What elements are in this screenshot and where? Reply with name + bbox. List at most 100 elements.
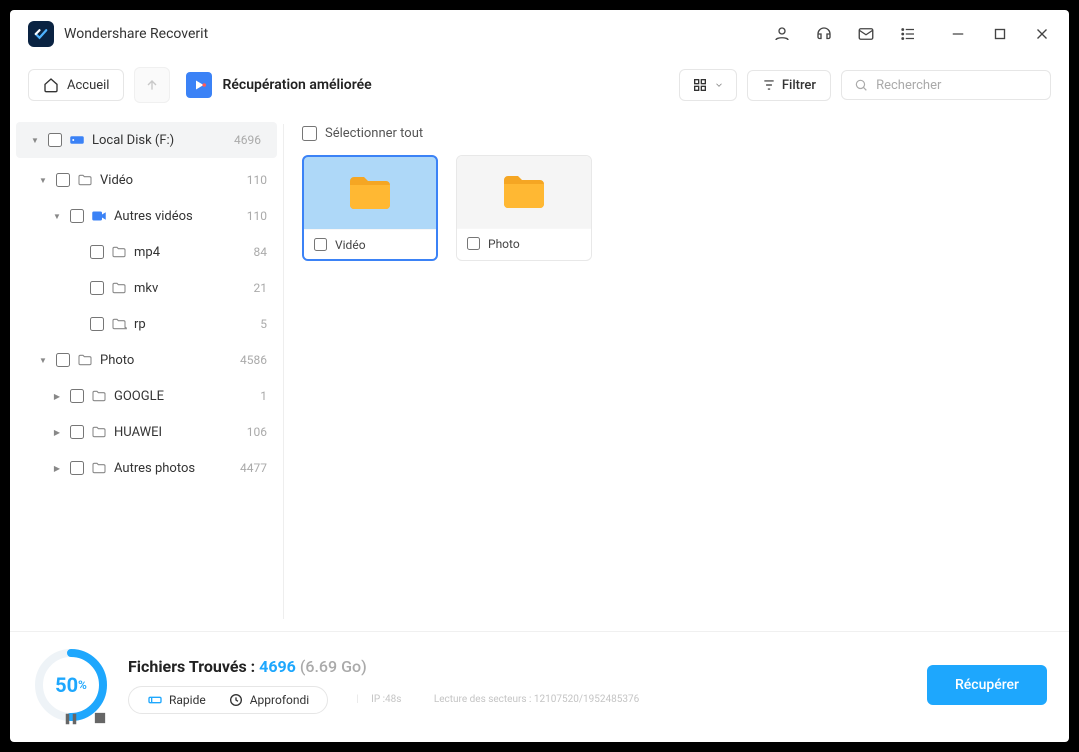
- node-count: 84: [254, 245, 268, 259]
- node-checkbox[interactable]: [90, 317, 104, 331]
- view-mode-button[interactable]: [679, 69, 737, 101]
- folder-checkbox[interactable]: [314, 238, 327, 251]
- caret-icon[interactable]: [28, 136, 42, 145]
- sectors-info: Lecture des secteurs : 12107520/19524853…: [434, 694, 639, 705]
- caret-icon[interactable]: [50, 392, 64, 401]
- tree-node-rp[interactable]: rp 5: [10, 306, 283, 342]
- footer-info: | IP :48s Lecture des secteurs : 1210752…: [346, 694, 639, 705]
- up-button[interactable]: [134, 67, 170, 103]
- maximize-button[interactable]: [991, 25, 1009, 43]
- tree-node-video[interactable]: Vidéo 110: [10, 162, 283, 198]
- node-count: 4586: [240, 353, 267, 367]
- node-checkbox[interactable]: [56, 173, 70, 187]
- folder-thumb: [304, 157, 436, 229]
- node-label: Autres vidéos: [114, 209, 247, 224]
- node-count: 4696: [234, 133, 261, 147]
- tree-node-other-photos[interactable]: Autres photos 4477: [10, 450, 283, 486]
- tree-node-other-videos[interactable]: Autres vidéos 110: [10, 198, 283, 234]
- search-icon: [854, 77, 868, 93]
- folder-icon: [110, 243, 128, 261]
- scan-mode-pill: Rapide Approfondi: [128, 686, 328, 714]
- node-checkbox[interactable]: [70, 389, 84, 403]
- mode-deep[interactable]: Approfondi: [228, 692, 309, 708]
- node-checkbox[interactable]: [56, 353, 70, 367]
- found-size: (6.69 Go): [300, 657, 367, 676]
- tree-node-mkv[interactable]: mkv 21: [10, 270, 283, 306]
- node-label: HUAWEI: [114, 425, 247, 440]
- caret-icon[interactable]: [50, 428, 64, 437]
- node-checkbox[interactable]: [70, 209, 84, 223]
- folder-checkbox[interactable]: [467, 237, 480, 250]
- home-label: Accueil: [67, 78, 109, 93]
- video-icon: [90, 207, 108, 225]
- select-all-checkbox[interactable]: [302, 126, 317, 141]
- folder-icon: [76, 171, 94, 189]
- tree-node-mp4[interactable]: mp4 84: [10, 234, 283, 270]
- node-count: 21: [254, 281, 268, 295]
- node-count: 110: [247, 173, 267, 187]
- node-label: rp: [134, 317, 260, 332]
- pause-button[interactable]: [64, 712, 80, 726]
- breadcrumb-title: Récupération améliorée: [222, 77, 371, 93]
- tree-node-photo[interactable]: Photo 4586: [10, 342, 283, 378]
- node-label: mkv: [134, 281, 254, 296]
- node-checkbox[interactable]: [70, 461, 84, 475]
- node-label: Vidéo: [100, 173, 247, 188]
- tree-node-google[interactable]: GOOGLE 1: [10, 378, 283, 414]
- node-checkbox[interactable]: [48, 133, 62, 147]
- node-label: GOOGLE: [114, 389, 260, 404]
- toolbar: Accueil Récupération améliorée Filtrer: [10, 58, 1069, 112]
- search-input[interactable]: [876, 78, 1038, 93]
- caret-icon[interactable]: [36, 356, 50, 365]
- node-label: Autres photos: [114, 461, 240, 476]
- title-bar: Wondershare Recoverit: [10, 10, 1069, 58]
- search-box[interactable]: [841, 70, 1051, 100]
- menu-icon[interactable]: [899, 25, 917, 43]
- filter-button[interactable]: Filtrer: [747, 70, 831, 101]
- folder-icon: [90, 387, 108, 405]
- tree-node-root[interactable]: Local Disk (F:) 4696: [16, 122, 277, 158]
- filter-label: Filtrer: [782, 78, 816, 93]
- found-label: Fichiers Trouvés :: [128, 657, 259, 676]
- node-count: 110: [247, 209, 267, 223]
- app-logo: [28, 21, 54, 47]
- folder-icon: [76, 351, 94, 369]
- folder-icon: [90, 459, 108, 477]
- home-button[interactable]: Accueil: [28, 69, 124, 101]
- folder-card-video[interactable]: Vidéo: [302, 155, 438, 261]
- node-count: 4477: [240, 461, 267, 475]
- folder-card-photo[interactable]: Photo: [456, 155, 592, 261]
- account-icon[interactable]: [773, 25, 791, 43]
- ip-info: IP :48s: [371, 694, 401, 705]
- stop-button[interactable]: [94, 712, 110, 726]
- main-panel: Sélectionner tout Vidéo: [284, 112, 1069, 631]
- node-count: 106: [247, 425, 267, 439]
- node-label: Local Disk (F:): [92, 133, 234, 148]
- support-icon[interactable]: [815, 25, 833, 43]
- file-tree: Local Disk (F:) 4696 Vidéo 110 Autres vi…: [10, 112, 283, 631]
- node-checkbox[interactable]: [90, 281, 104, 295]
- node-checkbox[interactable]: [90, 245, 104, 259]
- node-checkbox[interactable]: [70, 425, 84, 439]
- recover-label: Récupérer: [955, 677, 1019, 693]
- caret-icon[interactable]: [50, 464, 64, 473]
- folder-icon: [110, 315, 128, 333]
- caret-icon[interactable]: [50, 212, 64, 221]
- recover-button[interactable]: Récupérer: [927, 665, 1047, 705]
- minimize-button[interactable]: [949, 25, 967, 43]
- feedback-icon[interactable]: [857, 25, 875, 43]
- mode-fast-label: Rapide: [169, 693, 206, 707]
- select-all-row[interactable]: Sélectionner tout: [302, 126, 1051, 141]
- found-count: 4696: [259, 657, 296, 676]
- enhanced-recovery-icon: [186, 72, 212, 98]
- mode-fast[interactable]: Rapide: [147, 692, 206, 708]
- node-count: 5: [260, 317, 267, 331]
- app-title: Wondershare Recoverit: [64, 26, 208, 42]
- close-button[interactable]: [1033, 25, 1051, 43]
- tree-node-huawei[interactable]: HUAWEI 106: [10, 414, 283, 450]
- select-all-label: Sélectionner tout: [325, 126, 423, 141]
- folder-thumb: [457, 156, 591, 228]
- caret-icon[interactable]: [36, 176, 50, 185]
- folder-icon: [110, 279, 128, 297]
- folder-icon: [90, 423, 108, 441]
